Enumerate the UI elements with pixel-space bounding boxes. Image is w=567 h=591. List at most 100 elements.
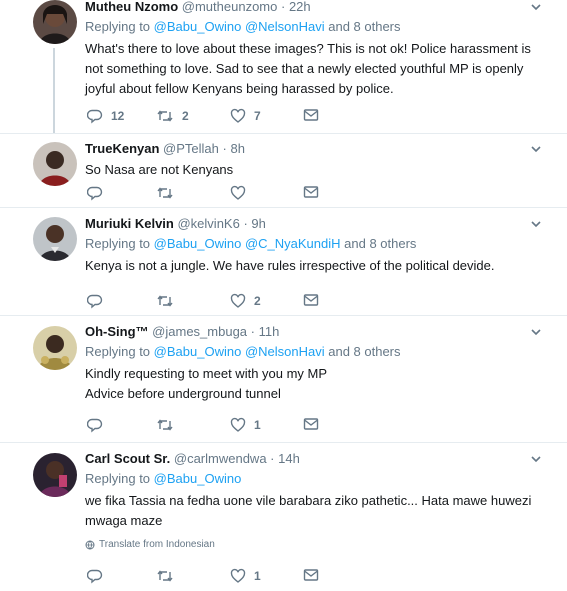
- tweet-text: Kenya is not a jungle. We have rules irr…: [85, 258, 495, 273]
- direct-message-button[interactable]: [303, 293, 319, 307]
- tweet-text: What's there to love about these images?…: [85, 41, 531, 96]
- avatar[interactable]: [33, 453, 77, 497]
- author-handle[interactable]: @mutheunzomo: [182, 0, 278, 14]
- author-handle[interactable]: @kelvinK6: [177, 216, 239, 231]
- reply-icon: [87, 294, 103, 309]
- retweet-button[interactable]: [156, 293, 182, 309]
- others-link[interactable]: and 8 others: [328, 19, 400, 34]
- timestamp[interactable]: 8h: [230, 141, 244, 156]
- mention-link[interactable]: @C_NyaKundiH: [245, 236, 341, 251]
- retweet-button[interactable]: [156, 185, 182, 201]
- tweet[interactable]: TrueKenyan @PTellah · 8h So Nasa are not…: [0, 134, 567, 208]
- mention-link[interactable]: @Babu_Owino: [154, 471, 242, 486]
- author-handle[interactable]: @james_mbuga: [152, 324, 247, 339]
- heart-icon: [230, 417, 246, 432]
- tweet-text: So Nasa are not Kenyans: [85, 162, 234, 177]
- author-name[interactable]: Carl Scout Sr.: [85, 451, 170, 466]
- direct-message-button[interactable]: [303, 185, 319, 199]
- others-link[interactable]: and 8 others: [328, 344, 400, 359]
- like-button[interactable]: 2: [230, 293, 261, 309]
- retweet-icon: [157, 570, 173, 582]
- chevron-down-icon[interactable]: [529, 0, 543, 14]
- mention-link[interactable]: @NelsonHavi: [245, 19, 325, 34]
- chevron-down-icon[interactable]: [529, 452, 543, 466]
- reply-button[interactable]: [87, 568, 111, 584]
- reply-icon: [87, 418, 103, 433]
- reply-icon: [87, 186, 103, 201]
- retweet-button[interactable]: [156, 417, 182, 433]
- separator: ·: [243, 216, 248, 231]
- direct-message-button[interactable]: [303, 568, 319, 582]
- chevron-down-icon[interactable]: [529, 217, 543, 231]
- like-count: 7: [254, 109, 261, 123]
- tweet[interactable]: Muriuki Kelvin @kelvinK6 · 9h Replying t…: [0, 208, 567, 316]
- replying-to: Replying to @Babu_Owino: [85, 471, 242, 486]
- mention-link[interactable]: @Babu_Owino: [154, 236, 242, 251]
- tweet-text: we fika Tassia na fedha uone vile baraba…: [85, 493, 532, 528]
- like-button[interactable]: 1: [230, 568, 261, 584]
- translate-link[interactable]: Translate from Indonesian: [85, 539, 547, 550]
- retweet-button[interactable]: [156, 568, 182, 584]
- reply-button[interactable]: [87, 293, 111, 309]
- tweet-text: Kindly requesting to meet with you my MP…: [85, 364, 547, 404]
- separator: ·: [250, 324, 255, 339]
- direct-message-button[interactable]: [303, 417, 319, 431]
- like-button[interactable]: 7: [230, 108, 261, 124]
- reply-button[interactable]: [87, 417, 111, 433]
- envelope-icon: [303, 418, 319, 430]
- reply-count: 12: [111, 109, 125, 123]
- mention-link[interactable]: @Babu_Owino: [154, 19, 242, 34]
- thread-line: [53, 48, 55, 133]
- others-link[interactable]: and 8 others: [344, 236, 416, 251]
- like-button[interactable]: [230, 185, 254, 201]
- globe-icon: [85, 540, 95, 549]
- chevron-down-icon[interactable]: [529, 325, 543, 339]
- direct-message-button[interactable]: [303, 108, 319, 122]
- retweet-count: 2: [182, 109, 189, 123]
- tweet[interactable]: Mutheu Nzomo @mutheunzomo · 22h Replying…: [0, 0, 567, 134]
- timestamp[interactable]: 11h: [259, 324, 280, 339]
- heart-icon: [230, 185, 246, 200]
- avatar[interactable]: [33, 217, 77, 261]
- retweet-icon: [157, 110, 173, 122]
- heart-icon: [230, 108, 246, 123]
- author-name[interactable]: Oh-Sing™: [85, 324, 149, 339]
- envelope-icon: [303, 186, 319, 198]
- author-name[interactable]: Muriuki Kelvin: [85, 216, 174, 231]
- tweet-text-line: Advice before underground tunnel: [85, 386, 281, 401]
- retweet-icon: [157, 295, 173, 307]
- timestamp[interactable]: 22h: [289, 0, 311, 14]
- tweet[interactable]: Carl Scout Sr. @carlmwendwa · 14h Replyi…: [0, 443, 567, 591]
- mention-link[interactable]: @NelsonHavi: [245, 344, 325, 359]
- separator: ·: [222, 141, 227, 156]
- avatar[interactable]: [33, 0, 77, 44]
- replying-to: Replying to @Babu_Owino @C_NyaKundiH and…: [85, 236, 417, 251]
- tweet[interactable]: Oh-Sing™ @james_mbuga · 11h Replying to …: [0, 316, 567, 443]
- timestamp[interactable]: 9h: [251, 216, 265, 231]
- author-name[interactable]: TrueKenyan: [85, 141, 159, 156]
- like-count: 2: [254, 294, 261, 308]
- chevron-down-icon[interactable]: [529, 142, 543, 156]
- tweet-text-line: Kindly requesting to meet with you my MP: [85, 366, 328, 381]
- replying-to: Replying to @Babu_Owino @NelsonHavi and …: [85, 19, 401, 34]
- reply-icon: [87, 569, 103, 584]
- avatar[interactable]: [33, 326, 77, 370]
- envelope-icon: [303, 294, 319, 306]
- translate-label: Translate from Indonesian: [99, 539, 215, 550]
- envelope-icon: [303, 569, 319, 581]
- separator: ·: [270, 451, 275, 466]
- reply-button[interactable]: 12: [87, 108, 124, 124]
- reply-button[interactable]: [87, 185, 111, 201]
- author-handle[interactable]: @carlmwendwa: [174, 451, 267, 466]
- retweet-icon: [157, 187, 173, 199]
- like-button[interactable]: 1: [230, 417, 261, 433]
- avatar[interactable]: [33, 142, 77, 186]
- timestamp[interactable]: 14h: [278, 451, 300, 466]
- heart-icon: [230, 568, 246, 583]
- mention-link[interactable]: @Babu_Owino: [154, 344, 242, 359]
- author-name[interactable]: Mutheu Nzomo: [85, 0, 178, 14]
- retweet-button[interactable]: 2: [156, 108, 189, 124]
- like-count: 1: [254, 418, 261, 432]
- envelope-icon: [303, 109, 319, 121]
- author-handle[interactable]: @PTellah: [163, 141, 219, 156]
